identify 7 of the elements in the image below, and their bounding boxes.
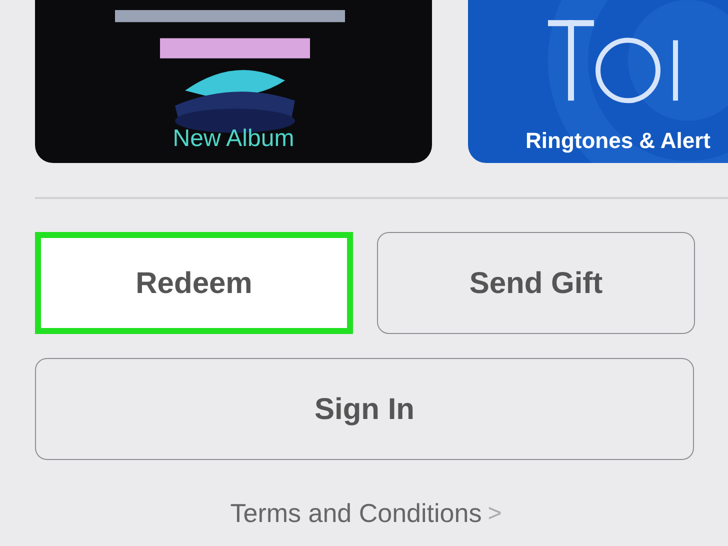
chevron-icon: > xyxy=(488,496,502,532)
tile-caption: Ringtones & Alert xyxy=(524,127,712,155)
sign-in-button[interactable]: Sign In xyxy=(35,358,694,460)
terms-link[interactable]: Terms and Conditions xyxy=(230,494,482,533)
redeem-button[interactable]: Redeem xyxy=(35,232,353,334)
tile-caption: New Album xyxy=(172,124,296,154)
send-gift-button[interactable]: Send Gift xyxy=(377,232,695,334)
